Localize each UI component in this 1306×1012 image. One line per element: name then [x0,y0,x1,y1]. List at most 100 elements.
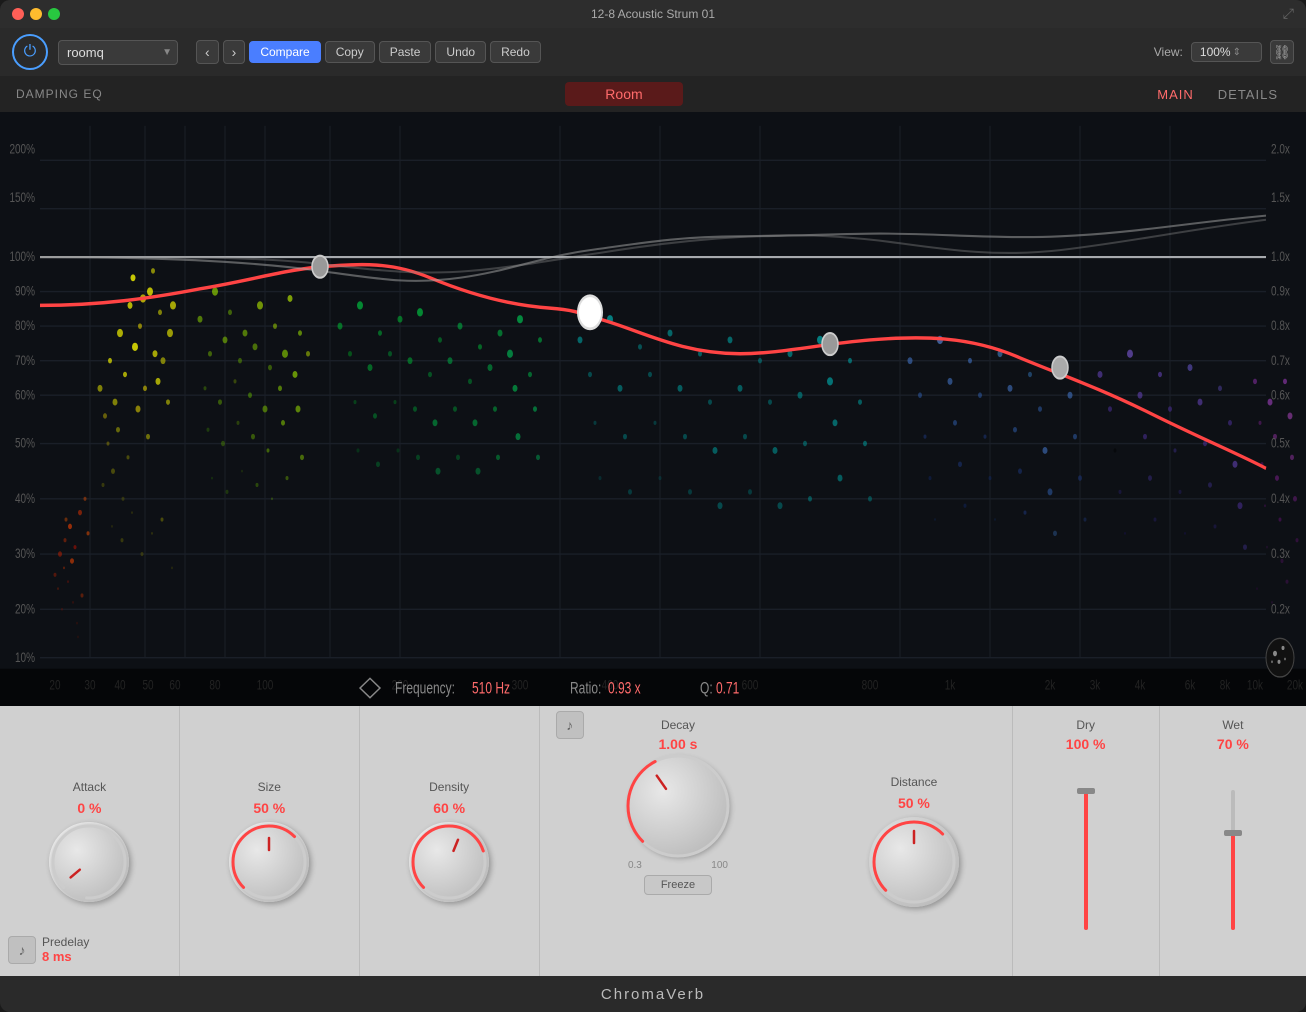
dry-slider-wrapper [1084,756,1088,964]
svg-text:50%: 50% [15,435,35,451]
plugin-name: ChromaVerb [601,986,705,1003]
predelay-value: 8 ms [42,949,89,964]
dry-label: Dry [1076,718,1095,732]
svg-text:0.2x: 0.2x [1271,601,1290,617]
freeze-button[interactable]: Freeze [644,875,712,895]
minimize-button[interactable] [30,8,42,20]
svg-text:40%: 40% [15,490,35,506]
predelay-note-button[interactable]: ♪ [8,936,36,964]
link-button[interactable]: ⛓ [1270,40,1294,64]
svg-text:100%: 100% [9,249,35,265]
svg-text:0.7x: 0.7x [1271,352,1290,368]
svg-text:0.8x: 0.8x [1271,318,1290,334]
chain-icon: ⛓ [1273,44,1291,61]
view-stepper-icon: ⇕ [1233,47,1241,58]
decay-knob-wrapper[interactable] [628,756,728,856]
svg-text:Ratio:: Ratio: [570,680,601,698]
decay-note-button[interactable]: ♪ [556,711,584,739]
compare-button[interactable]: Compare [249,41,320,63]
paste-button[interactable]: Paste [379,41,432,63]
wet-label: Wet [1222,718,1243,732]
attack-section: Attack 0 % ♪ Predelay 8 ms [0,706,179,976]
resize-icon: ⤢ [1283,5,1294,21]
eq-display[interactable]: 200% 150% 100% 90% 80% 70% 60% 50% 40% 3… [0,112,1306,706]
wet-slider-wrapper [1231,756,1235,964]
svg-text:60%: 60% [15,387,35,403]
bottom-controls: Attack 0 % ♪ Predelay 8 ms [0,706,1306,976]
distance-knob[interactable] [869,817,959,907]
density-value: 60 % [433,800,465,816]
decay-knob-svg [623,751,733,861]
wet-value: 70 % [1217,736,1249,752]
preset-dropdown[interactable]: roomq [58,40,178,65]
size-value: 50 % [253,800,285,816]
svg-text:30%: 30% [15,546,35,562]
eq-grid: 200% 150% 100% 90% 80% 70% 60% 50% 40% 3… [0,112,1306,706]
dry-slider-thumb[interactable] [1077,788,1095,794]
close-button[interactable] [12,8,24,20]
wet-slider-thumb[interactable] [1224,830,1242,836]
toolbar: ‹ › Compare Copy Paste Undo Redo [196,40,541,64]
size-knob[interactable] [229,822,309,902]
wet-slider-track[interactable] [1231,790,1235,930]
resize-area: ⤢ [1283,5,1294,23]
attack-knob[interactable] [49,822,129,902]
distance-knob-wrapper[interactable] [869,817,959,907]
attack-knob-wrapper[interactable] [49,822,129,902]
svg-text:0.71: 0.71 [716,680,739,698]
svg-text:1.0x: 1.0x [1271,249,1290,265]
details-button[interactable]: DETAILS [1206,83,1290,106]
size-knob-wrapper[interactable] [229,822,309,902]
distance-section: Distance 50 % [816,706,1011,976]
damping-eq-label: DAMPING EQ [16,87,103,101]
wet-section: Wet 70 % [1159,706,1306,976]
predelay-label-value: Predelay 8 ms [42,935,89,964]
section-header: DAMPING EQ Room MAIN DETAILS [0,76,1306,112]
svg-text:20%: 20% [15,601,35,617]
copy-button[interactable]: Copy [325,41,375,63]
power-icon: ⏻ [24,43,37,61]
main-button[interactable]: MAIN [1145,83,1206,106]
density-section: Density 60 % [359,706,539,976]
redo-button[interactable]: Redo [490,41,541,63]
svg-text:2.0x: 2.0x [1271,141,1290,157]
plugin-window: 12-8 Acoustic Strum 01 ⤢ ⏻ roomq ▼ ‹ › C… [0,0,1306,1012]
svg-text:0.4x: 0.4x [1271,490,1290,506]
decay-scale-low: 0.3 [628,860,642,871]
density-knob-wrapper[interactable] [409,822,489,902]
svg-text:0.9x: 0.9x [1271,283,1290,299]
dry-section: Dry 100 % [1012,706,1159,976]
svg-text:70%: 70% [15,352,35,368]
svg-text:90%: 90% [15,283,35,299]
view-value-display[interactable]: 100% ⇕ [1191,42,1262,62]
svg-text:200%: 200% [9,141,35,157]
attack-value: 0 % [77,800,101,816]
power-button[interactable]: ⏻ [12,34,48,70]
wet-slider-fill [1231,832,1235,930]
svg-text:Q:: Q: [700,680,713,698]
decay-section: ♪ Decay 1.00 s 0.3 100 Freeze [539,706,817,976]
note-icon: ♪ [19,942,26,958]
decay-label: Decay [661,718,695,732]
svg-text:10%: 10% [15,649,35,665]
predelay-container: ♪ Predelay 8 ms [8,935,89,964]
svg-text:0.93 x: 0.93 x [608,680,641,698]
svg-text:0.5x: 0.5x [1271,435,1290,451]
maximize-button[interactable] [48,8,60,20]
svg-text:150%: 150% [9,189,35,205]
decay-value: 1.00 s [658,736,697,752]
next-button[interactable]: › [223,40,246,64]
svg-text:80%: 80% [15,318,35,334]
dry-slider-track[interactable] [1084,790,1088,930]
density-knob[interactable] [409,822,489,902]
svg-text:0.6x: 0.6x [1271,387,1290,403]
size-label: Size [258,780,281,794]
svg-text:Frequency:: Frequency: [395,680,455,698]
prev-button[interactable]: ‹ [196,40,219,64]
decay-scale: 0.3 100 [628,860,728,871]
undo-button[interactable]: Undo [435,41,486,63]
decay-note-icon: ♪ [566,717,573,733]
preset-selector-wrapper: roomq ▼ [58,40,178,65]
decay-scale-high: 100 [711,860,728,871]
room-button[interactable]: Room [565,82,682,106]
